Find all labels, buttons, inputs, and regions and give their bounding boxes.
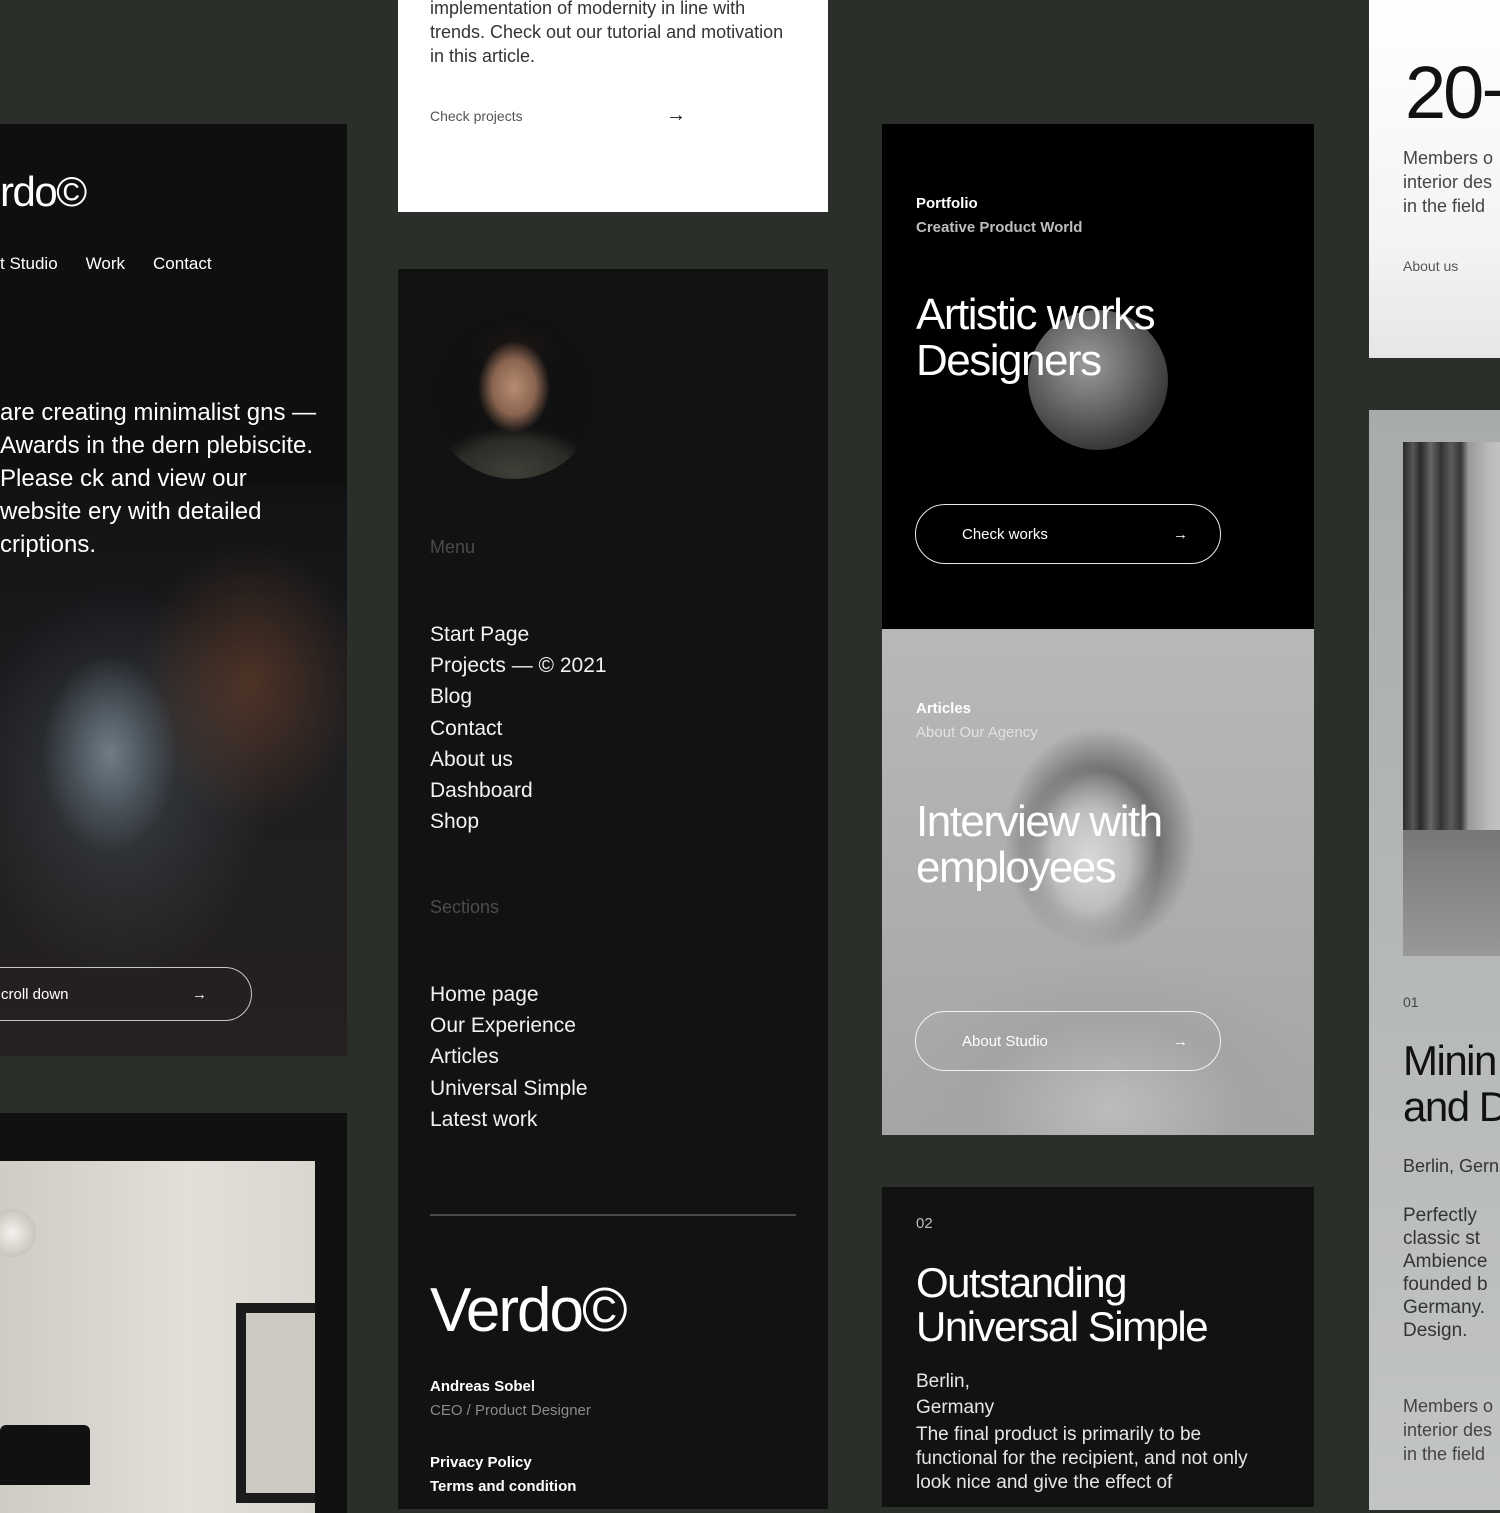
mining-body-line: Design.	[1403, 1320, 1468, 1341]
stats-text-line-3: in the field	[1403, 196, 1486, 216]
sections-heading: Sections	[430, 897, 500, 917]
mining-location: Berlin, Gern	[1403, 1156, 1500, 1176]
card-number: 01	[1403, 994, 1419, 1010]
menu-heading: Menu	[430, 537, 476, 557]
legal-links: Privacy Policy Terms and condition	[430, 1451, 576, 1499]
card-number: 02	[916, 1215, 933, 1232]
menu-card: Menu Start Page Projects — © 2021 Blog C…	[398, 269, 828, 1509]
section-item-articles[interactable]: Articles	[430, 1041, 588, 1072]
menu-list: Start Page Projects — © 2021 Blog Contac…	[430, 619, 607, 837]
portfolio-title-line-1: Artistic works	[916, 290, 1156, 339]
stats-card: 20+ Members o interior des in the field …	[1369, 0, 1500, 358]
mining-body-line: classic st	[1403, 1228, 1481, 1249]
portfolio-card: Portfolio Creative Product World Artisti…	[882, 124, 1314, 629]
arrow-right-icon: →	[1173, 525, 1188, 543]
about-studio-label: About Studio	[962, 1032, 1048, 1050]
mining-foot-line: in the field	[1403, 1444, 1486, 1464]
person-info: Andreas Sobel CEO / Product Designer	[430, 1375, 591, 1423]
interview-title: Interview with employees	[916, 797, 1163, 892]
article-card: implementation of modernity in line with…	[398, 0, 828, 212]
menu-item-blog[interactable]: Blog	[430, 681, 607, 712]
arrow-right-icon: →	[192, 985, 207, 1003]
mining-body-line: founded b	[1403, 1274, 1488, 1295]
mining-footer-text: Members o interior des in the field	[1403, 1394, 1493, 1466]
portfolio-label: Portfolio	[916, 195, 978, 212]
stats-text: Members o interior des in the field	[1403, 146, 1500, 218]
outstanding-title: Outstanding Universal Simple	[916, 1259, 1209, 1350]
divider	[430, 1214, 796, 1216]
location: Berlin, Germany	[916, 1369, 994, 1421]
interview-title-line-1: Interview with	[916, 797, 1163, 846]
interview-kicker: Articles About Our Agency	[916, 697, 1038, 745]
outstanding-title-line-2: Universal Simple	[916, 1303, 1209, 1350]
menu-item-shop[interactable]: Shop	[430, 806, 607, 837]
interview-card: Articles About Our Agency Interview with…	[882, 629, 1314, 1135]
scroll-down-button[interactable]: croll down →	[0, 967, 252, 1021]
privacy-policy-link[interactable]: Privacy Policy	[430, 1451, 576, 1475]
portfolio-subtitle: Creative Product World	[916, 219, 1083, 236]
menu-item-contact[interactable]: Contact	[430, 713, 607, 744]
outstanding-title-line-1: Outstanding	[916, 1259, 1128, 1306]
location-city: Berlin,	[916, 1371, 970, 1392]
interior-card	[0, 1113, 347, 1513]
mining-body-line: Germany.	[1403, 1297, 1486, 1318]
stats-number: 20+	[1405, 51, 1500, 134]
stats-text-line-1: Members o	[1403, 148, 1494, 168]
person-role: CEO / Product Designer	[430, 1402, 591, 1419]
interview-label: Articles	[916, 700, 972, 717]
nav-contact[interactable]: Contact	[153, 254, 212, 274]
floor-shape	[1403, 830, 1500, 956]
outstanding-card: 02 Outstanding Universal Simple Berlin, …	[882, 1187, 1314, 1507]
nav-studio[interactable]: t Studio	[0, 254, 58, 274]
article-text: implementation of modernity in line with…	[430, 0, 784, 66]
person-name: Andreas Sobel	[430, 1378, 536, 1395]
check-works-button[interactable]: Check works →	[915, 504, 1221, 564]
menu-item-projects[interactable]: Projects — © 2021	[430, 650, 607, 681]
section-item-home-page[interactable]: Home page	[430, 979, 588, 1010]
terms-link[interactable]: Terms and condition	[430, 1475, 576, 1499]
avatar	[430, 311, 598, 479]
mining-body: Perfectly classic st Ambience founded b …	[1403, 1204, 1488, 1342]
menu-item-start-page[interactable]: Start Page	[430, 619, 607, 650]
mining-title: Minin and D	[1403, 1038, 1500, 1130]
check-works-label: Check works	[962, 525, 1048, 543]
mining-body-line: Ambience	[1403, 1251, 1488, 1272]
mining-card: 01 Minin and D Berlin, Gern Perfectly cl…	[1369, 410, 1500, 1510]
check-projects-link[interactable]: Check projects	[430, 108, 523, 124]
about-studio-button[interactable]: About Studio →	[915, 1011, 1221, 1071]
mining-title-line-1: Minin	[1403, 1037, 1497, 1084]
location-country: Germany	[916, 1397, 995, 1418]
sections-list: Home page Our Experience Articles Univer…	[430, 979, 588, 1135]
arrow-right-icon[interactable]: →	[666, 104, 686, 127]
outstanding-body: The final product is primarily to be fun…	[916, 1424, 1248, 1493]
brand-logo[interactable]: Verdo©	[430, 1275, 628, 1346]
mining-foot-line: interior des	[1403, 1420, 1493, 1440]
logo[interactable]: rdo©	[0, 168, 87, 216]
nav-work[interactable]: Work	[86, 254, 125, 274]
menu-item-about-us[interactable]: About us	[430, 744, 607, 775]
mining-foot-line: Members o	[1403, 1396, 1494, 1416]
arrow-right-icon: →	[1173, 1032, 1188, 1050]
hero-intro-text: are creating minimalist gns — Awards in …	[0, 399, 317, 558]
section-item-latest-work[interactable]: Latest work	[430, 1104, 588, 1135]
picture-frame-shape	[236, 1303, 315, 1503]
mining-body-line: Perfectly	[1403, 1205, 1477, 1226]
portfolio-title-line-2: Designers	[916, 336, 1102, 385]
mining-title-line-2: and D	[1403, 1083, 1500, 1130]
section-item-our-experience[interactable]: Our Experience	[430, 1010, 588, 1041]
portfolio-kicker: Portfolio Creative Product World	[916, 192, 1082, 240]
stats-text-line-2: interior des	[1403, 172, 1493, 192]
hero-nav: t Studio Work Contact	[0, 254, 212, 274]
menu-item-dashboard[interactable]: Dashboard	[430, 775, 607, 806]
chair-shape	[0, 1425, 90, 1485]
about-us-link[interactable]: About us	[1403, 258, 1458, 274]
hero-card: rdo© t Studio Work Contact are creating …	[0, 124, 347, 1056]
section-item-universal-simple[interactable]: Universal Simple	[430, 1073, 588, 1104]
scroll-down-label: croll down	[1, 985, 69, 1003]
interview-subtitle: About Our Agency	[916, 724, 1038, 741]
interview-title-line-2: employees	[916, 843, 1117, 892]
portfolio-title: Artistic works Designers	[916, 290, 1156, 385]
